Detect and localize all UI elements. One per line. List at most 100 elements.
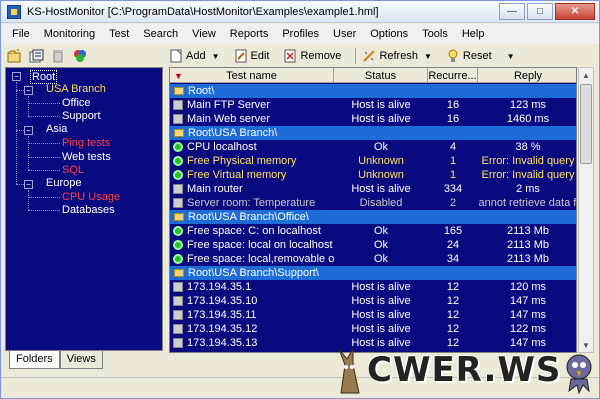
tree-line: [28, 116, 60, 117]
tree-item-sql[interactable]: SQL: [62, 164, 84, 176]
menu-options[interactable]: Options: [363, 26, 415, 42]
menu-monitoring[interactable]: Monitoring: [37, 26, 102, 42]
test-row[interactable]: 173.194.35.11 Host is alive 12 147 ms: [170, 308, 576, 322]
folder-row[interactable]: Root\USA Branch\Office\: [170, 210, 576, 224]
delete-folder-icon[interactable]: [49, 47, 67, 65]
menu-file[interactable]: File: [5, 26, 37, 42]
menu-view[interactable]: View: [185, 26, 223, 42]
test-row[interactable]: 173.194.35.1 Host is alive 12 120 ms: [170, 280, 576, 294]
test-row[interactable]: CPU localhost Ok 4 38 %: [170, 140, 576, 154]
scroll-up-icon[interactable]: ▲: [579, 68, 593, 82]
column-header-test-name[interactable]: ▼ Test name: [170, 68, 334, 83]
test-row[interactable]: Main Web server Host is alive 16 1460 ms: [170, 112, 576, 126]
menu-help[interactable]: Help: [455, 26, 492, 42]
collapse-asia-icon[interactable]: −: [24, 126, 33, 135]
add-button[interactable]: Add ▼: [169, 49, 220, 63]
test-grid[interactable]: ▼ Test name Status Recurre... Reply Root…: [169, 67, 577, 353]
maximize-button[interactable]: □: [527, 3, 553, 20]
test-status: Host is alive: [351, 281, 411, 293]
column-header-recurrences[interactable]: Recurre...: [428, 68, 478, 83]
menu-reports[interactable]: Reports: [223, 26, 276, 42]
tree-item-europe[interactable]: Europe: [46, 177, 81, 189]
folder-tree[interactable]: − Root − USA Branch Office Support − Asi…: [5, 67, 163, 351]
tree-item-ping-tests[interactable]: Ping tests: [62, 137, 110, 149]
test-name: Main FTP Server: [187, 99, 270, 111]
tree-item-web-tests[interactable]: Web tests: [62, 151, 111, 163]
menu-test[interactable]: Test: [102, 26, 136, 42]
tree-item-office[interactable]: Office: [62, 97, 91, 109]
tree-item-root[interactable]: Root: [30, 70, 58, 84]
test-name: 173.194.35.1: [187, 281, 252, 293]
new-folder-icon[interactable]: [5, 47, 23, 65]
minimize-button[interactable]: —: [499, 3, 525, 20]
test-recurrences: 16: [446, 113, 460, 125]
remove-button[interactable]: Remove: [283, 49, 341, 63]
column-header-label: Reply: [513, 69, 543, 82]
tab-views[interactable]: Views: [59, 351, 103, 369]
test-row[interactable]: Main router Host is alive 334 2 ms: [170, 182, 576, 196]
reset-button[interactable]: Reset ▼: [446, 49, 515, 63]
menu-tools[interactable]: Tools: [415, 26, 455, 42]
test-row[interactable]: Free space: C: on localhost Ok 165 2113 Mb: [170, 224, 576, 238]
column-header-status[interactable]: Status: [334, 68, 428, 83]
window-title: KS-HostMonitor [C:\ProgramData\HostMonit…: [27, 5, 379, 18]
test-status: Host is alive: [351, 309, 411, 321]
test-reply: 122 ms: [509, 323, 547, 335]
test-row[interactable]: Free space: local,removable on loc... Ok 3…: [170, 252, 576, 266]
edit-button[interactable]: Edit: [234, 49, 269, 63]
tree-line: [28, 210, 60, 211]
test-reply: 2 ms: [516, 183, 540, 195]
collapse-root-icon[interactable]: −: [12, 72, 21, 81]
tree-line: [16, 82, 17, 184]
watermark-text: CWER.WS: [367, 350, 562, 390]
colors-icon[interactable]: [71, 47, 89, 65]
host-icon: [173, 114, 183, 124]
folder-row[interactable]: Root\USA Branch\: [170, 126, 576, 140]
tab-folders[interactable]: Folders: [9, 351, 60, 369]
grid-scrollbar[interactable]: ▲ ▼: [578, 67, 594, 353]
test-status: Ok: [373, 253, 389, 265]
title-bar[interactable]: KS-HostMonitor [C:\ProgramData\HostMonit…: [1, 1, 599, 23]
test-recurrences: 12: [446, 295, 460, 307]
test-row[interactable]: Free Virtual memory Unknown 1 Error: Invali…: [170, 168, 576, 182]
tree-item-databases[interactable]: Databases: [62, 204, 115, 216]
folder-properties-icon[interactable]: [27, 47, 45, 65]
test-row[interactable]: Free space: local on localhost Ok 24 2113 M…: [170, 238, 576, 252]
host-icon: [173, 324, 183, 334]
test-row[interactable]: 173.194.35.10 Host is alive 12 147 ms: [170, 294, 576, 308]
chevron-down-icon[interactable]: ▼: [212, 52, 220, 61]
collapse-usa-icon[interactable]: −: [24, 86, 33, 95]
tree-item-usa-branch[interactable]: USA Branch: [46, 83, 106, 95]
folder-row[interactable]: Root\: [170, 84, 576, 98]
tree-item-support[interactable]: Support: [62, 110, 101, 122]
toolbar-separator: [355, 48, 357, 64]
test-row[interactable]: 173.194.35.12 Host is alive 12 122 ms: [170, 322, 576, 336]
test-reply: 2113 Mb: [507, 239, 549, 251]
test-row[interactable]: Main FTP Server Host is alive 16 123 ms: [170, 98, 576, 112]
menu-search[interactable]: Search: [136, 26, 185, 42]
host-icon: [173, 296, 183, 306]
folder-path: Root\USA Branch\: [188, 127, 278, 139]
close-button[interactable]: ✕: [555, 3, 595, 20]
column-header-reply[interactable]: Reply: [478, 68, 576, 83]
folder-row[interactable]: Root\USA Branch\Support\: [170, 266, 576, 280]
gear-icon: [173, 240, 183, 250]
tree-item-cpu-usage[interactable]: CPU Usage: [62, 191, 120, 203]
test-recurrences: 12: [446, 309, 460, 321]
test-reply: 1460 ms: [506, 113, 550, 125]
chevron-down-icon[interactable]: ▼: [424, 52, 432, 61]
window-controls: — □ ✕: [499, 3, 595, 20]
test-row[interactable]: Server room: Temperature Disabled 2 Cannot …: [170, 196, 576, 210]
tree-item-asia[interactable]: Asia: [46, 123, 67, 135]
menu-profiles[interactable]: Profiles: [275, 26, 326, 42]
refresh-button[interactable]: Refresh ▼: [362, 49, 432, 63]
menu-user[interactable]: User: [326, 26, 363, 42]
gear-icon: [173, 170, 183, 180]
tree-line: [28, 96, 29, 116]
collapse-europe-icon[interactable]: −: [24, 180, 33, 189]
chevron-down-icon[interactable]: ▼: [507, 52, 515, 61]
scrollbar-thumb[interactable]: [580, 84, 592, 164]
test-row[interactable]: Free Physical memory Unknown 1 Error: Inval…: [170, 154, 576, 168]
folder-icon: [174, 129, 184, 137]
test-status: Host is alive: [351, 323, 411, 335]
